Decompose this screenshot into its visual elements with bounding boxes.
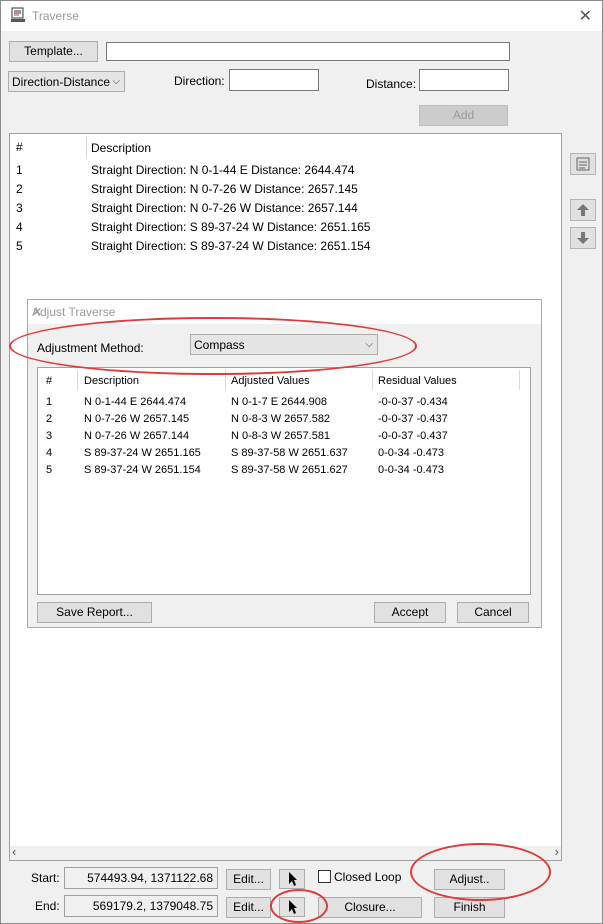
list-item-number: 4 [16, 220, 23, 234]
table-cell: S 89-37-24 W 2651.165 [84, 447, 201, 459]
template-button[interactable]: Template... [9, 41, 98, 62]
table-cell: 4 [46, 447, 53, 459]
end-label: End: [35, 899, 60, 913]
list-item-description[interactable]: Straight Direction: S 89-37-24 W Distanc… [91, 239, 370, 253]
scroll-left-icon[interactable]: ‹ [12, 844, 16, 859]
dialog-close-icon[interactable]: ✕ [32, 305, 533, 319]
distance-field[interactable] [419, 69, 509, 91]
table-cell: N 0-1-7 E 2644.908 [231, 396, 328, 408]
cursor-pick-icon [288, 871, 298, 890]
table-cell: -0-0-37 -0.434 [378, 396, 448, 408]
adj-column-header-number[interactable]: # [46, 375, 52, 387]
traverse-window: Traverse ✕ Template... Direction-Distanc… [0, 0, 603, 924]
list-item-description[interactable]: Straight Direction: N 0-7-26 W Distance:… [91, 182, 358, 196]
mode-select[interactable]: Direction-Distance ⌵ [8, 71, 125, 92]
table-cell: N 0-8-3 W 2657.582 [231, 413, 331, 425]
column-header-number[interactable]: # [16, 140, 23, 154]
list-item-number: 2 [16, 182, 23, 196]
column-divider [225, 370, 226, 390]
adjustment-method-label: Adjustment Method: [37, 341, 144, 355]
adj-column-header-adjusted[interactable]: Adjusted Values [231, 375, 310, 387]
closed-loop-checkbox[interactable] [318, 870, 331, 883]
template-field[interactable] [106, 42, 510, 61]
distance-label: Distance: [366, 77, 417, 91]
table-cell: 1 [46, 396, 53, 408]
table-cell: 0-0-34 -0.473 [378, 464, 445, 476]
properties-icon [575, 157, 591, 176]
column-divider [372, 370, 373, 390]
survey-document-icon [10, 7, 26, 23]
list-item-description[interactable]: Straight Direction: N 0-7-26 W Distance:… [91, 201, 358, 215]
start-pick-button[interactable] [279, 869, 305, 889]
close-icon[interactable]: ✕ [579, 6, 592, 25]
list-item-description[interactable]: Straight Direction: N 0-1-44 E Distance:… [91, 163, 354, 177]
table-cell: S 89-37-24 W 2651.154 [84, 464, 201, 476]
add-button[interactable]: Add [419, 105, 508, 126]
mode-select-value: Direction-Distance [12, 75, 111, 89]
table-cell: N 0-7-26 W 2657.144 [84, 430, 190, 442]
adj-column-header-residual[interactable]: Residual Values [378, 375, 457, 387]
column-divider [86, 136, 87, 158]
table-cell: 5 [46, 464, 53, 476]
title-bar: Traverse ✕ [1, 1, 602, 31]
closure-button[interactable]: Closure... [318, 897, 422, 918]
adjustment-table[interactable]: # Description Adjusted Values Residual V… [37, 367, 531, 595]
arrow-down-icon [576, 232, 590, 249]
table-cell: S 89-37-58 W 2651.637 [231, 447, 348, 459]
table-cell: 0-0-34 -0.473 [378, 447, 445, 459]
cursor-pick-icon [288, 899, 298, 918]
adjustment-method-value: Compass [194, 338, 245, 352]
list-item-number: 5 [16, 239, 23, 253]
finish-button[interactable]: Finish [434, 897, 505, 918]
column-header-description[interactable]: Description [91, 141, 151, 155]
table-cell: -0-0-37 -0.437 [378, 413, 448, 425]
column-divider [77, 370, 78, 390]
scroll-right-icon[interactable]: › [555, 844, 559, 859]
table-cell: S 89-37-58 W 2651.627 [231, 464, 348, 476]
end-edit-button[interactable]: Edit... [226, 897, 271, 918]
adj-column-header-description[interactable]: Description [84, 375, 139, 387]
adjust-traverse-dialog: Adjust Traverse ✕ Adjustment Method: Com… [27, 299, 542, 628]
list-item-number: 1 [16, 163, 23, 177]
table-cell: N 0-7-26 W 2657.145 [84, 413, 190, 425]
chevron-down-icon: ⌵ [112, 76, 120, 87]
list-item-description[interactable]: Straight Direction: S 89-37-24 W Distanc… [91, 220, 370, 234]
list-item-number: 3 [16, 201, 23, 215]
cancel-button[interactable]: Cancel [457, 602, 529, 623]
table-cell: 3 [46, 430, 53, 442]
window-title: Traverse [32, 9, 79, 23]
table-cell: N 0-1-44 E 2644.474 [84, 396, 187, 408]
start-field: 574493.94, 1371122.68 [64, 867, 218, 889]
move-up-button[interactable] [570, 199, 596, 221]
save-report-button[interactable]: Save Report... [37, 602, 152, 623]
properties-button[interactable] [570, 153, 596, 175]
table-cell: 2 [46, 413, 53, 425]
chevron-down-icon: ⌵ [365, 339, 373, 350]
direction-label: Direction: [174, 74, 225, 88]
adjustment-method-select[interactable]: Compass ⌵ [190, 334, 378, 355]
accept-button[interactable]: Accept [374, 602, 446, 623]
adjust-button[interactable]: Adjust.. [434, 869, 505, 890]
end-pick-button[interactable] [279, 897, 305, 917]
move-down-button[interactable] [570, 227, 596, 249]
table-cell: N 0-8-3 W 2657.581 [231, 430, 331, 442]
start-label: Start: [31, 871, 60, 885]
closed-loop-label[interactable]: Closed Loop [334, 870, 401, 884]
dialog-title-bar: Adjust Traverse ✕ [28, 300, 541, 324]
arrow-up-icon [576, 204, 590, 221]
direction-field[interactable] [229, 69, 319, 91]
table-cell: -0-0-37 -0.437 [378, 430, 448, 442]
end-field: 569179.2, 1379048.75 [64, 895, 218, 917]
horizontal-scrollbar[interactable]: ‹ › [10, 844, 561, 860]
start-edit-button[interactable]: Edit... [226, 869, 271, 890]
column-divider [519, 370, 520, 390]
